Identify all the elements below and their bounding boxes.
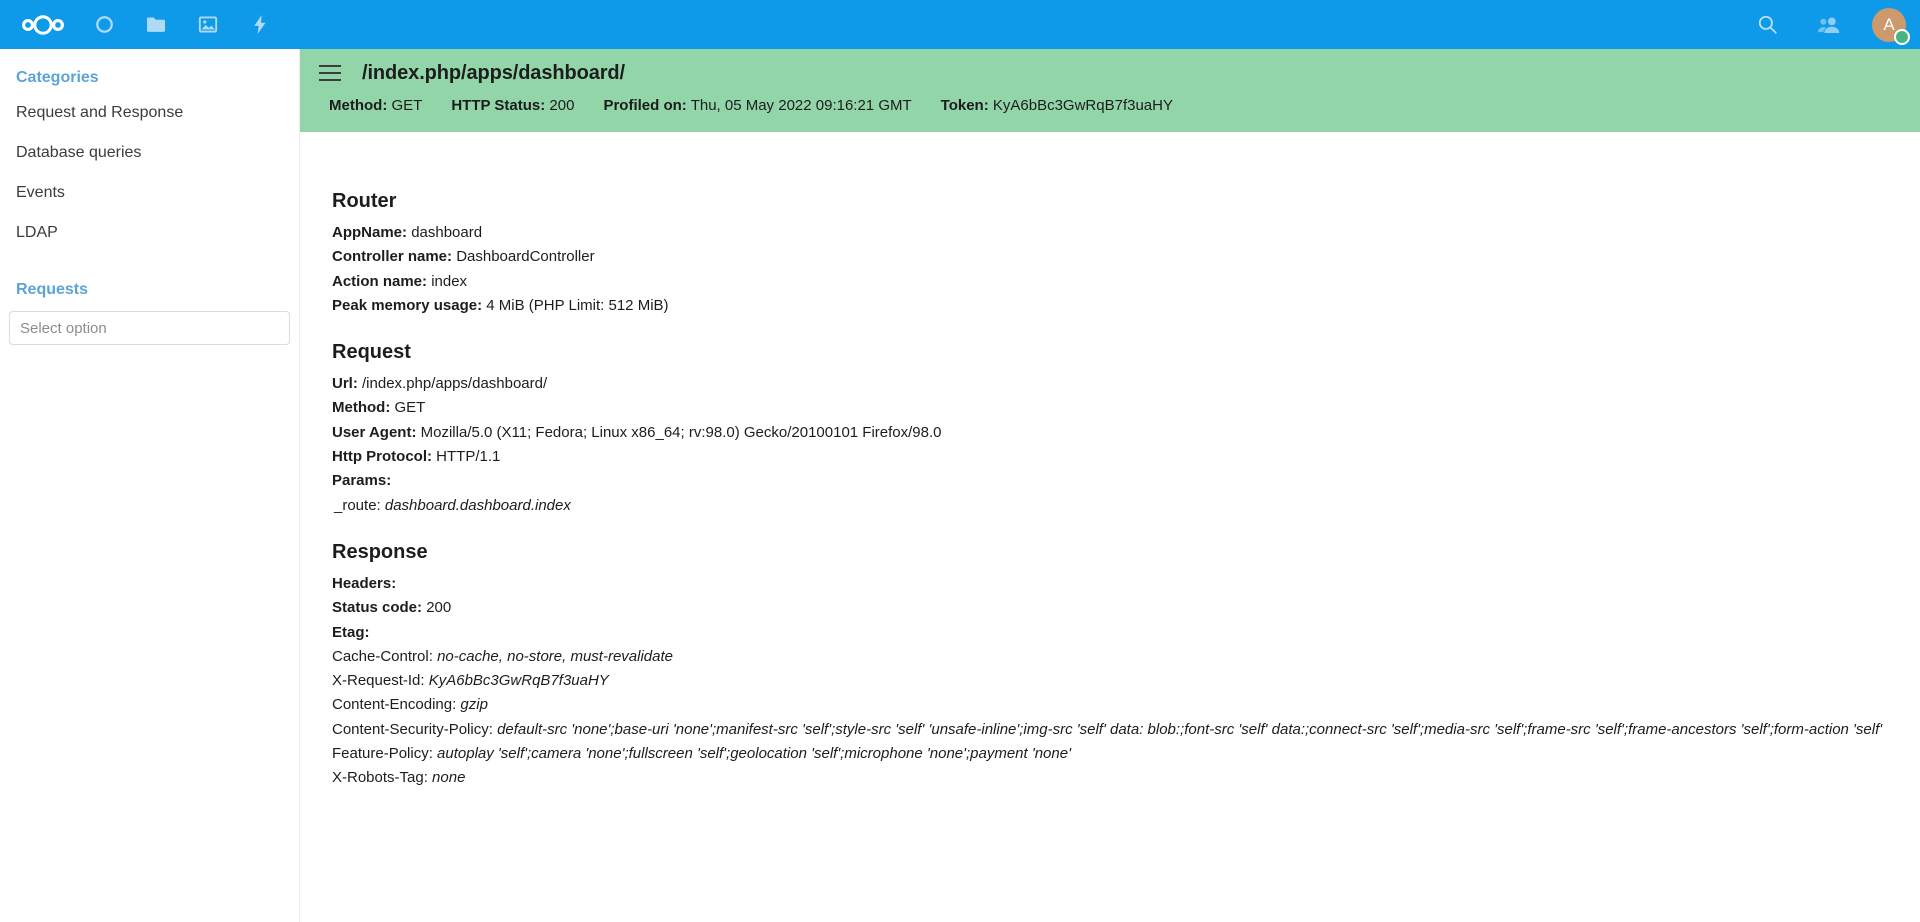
response-content-encoding-line: Content-Encoding: gzip [332,693,1902,717]
hamburger-menu-icon[interactable] [319,65,341,81]
response-request-id-key: X-Request-Id: [332,672,425,690]
dashboard-icon[interactable] [78,0,130,49]
response-content-encoding-value: gzip [460,696,488,714]
contacts-icon[interactable] [1810,6,1848,44]
page-title: /index.php/apps/dashboard/ [362,61,625,84]
response-status-line: Status code: 200 [332,596,1902,620]
response-etag-line: Etag: [332,621,1902,645]
router-controller-label: Controller name: [332,248,453,266]
sidebar-header-categories: Categories [16,69,99,86]
top-navigation-bar: A [0,0,1920,49]
sidebar-item-events[interactable]: Events [0,173,299,213]
response-section-title: Response [332,540,428,563]
request-section-title: Request [332,341,411,364]
request-params-label: Params: [332,472,392,490]
banner-top-row: /index.php/apps/dashboard/ [300,49,1920,97]
meta-http-status-value: 200 [549,97,575,114]
meta-token-value: KyA6bBc3GwRqB7f3uaHY [992,97,1173,114]
router-action-value: index [431,272,468,290]
profiler-content: Router AppName: dashboard Controller nam… [300,132,1920,922]
router-section-title: Router [332,190,397,212]
request-method-label: Method: [332,399,391,417]
request-useragent-label: User Agent: [332,423,417,441]
banner-meta-row: Method: GET HTTP Status: 200 Profiled on… [300,97,1920,114]
meta-profiled-on-label: Profiled on: [603,97,687,114]
sidebar-item-database-queries[interactable]: Database queries [0,133,299,173]
request-method-line: Method: GET [332,396,1902,420]
request-params-line: Params: [332,469,1902,493]
search-icon[interactable] [1748,6,1786,44]
response-robots-tag-value: none [432,769,466,787]
response-cache-control-line: Cache-Control: no-cache, no-store, must-… [332,645,1902,669]
response-request-id-line: X-Request-Id: KyA6bBc3GwRqB7f3uaHY [332,669,1902,693]
router-appname-value: dashboard [411,224,483,241]
request-section: Request Url: /index.php/apps/dashboard/ … [332,341,1902,518]
online-status-indicator [1894,28,1910,45]
router-appname-line: AppName: dashboard [332,221,1902,245]
response-feature-policy-line: Feature-Policy: autoplay 'self';camera '… [332,742,1902,766]
router-action-line: Action name: index [332,270,1902,294]
meta-token: Token: KyA6bBc3GwRqB7f3uaHY [941,97,1173,114]
files-icon[interactable] [130,0,182,49]
request-protocol-line: Http Protocol: HTTP/1.1 [332,445,1902,469]
meta-profiled-on: Profiled on: Thu, 05 May 2022 09:16:21 G… [603,97,911,114]
request-url-value: /index.php/apps/dashboard/ [362,375,548,393]
router-controller-value: DashboardController [456,248,595,266]
response-headers-label: Headers: [332,574,397,592]
request-useragent-value: Mozilla/5.0 (X11; Fedora; Linux x86_64; … [420,423,942,441]
response-cache-control-key: Cache-Control: [332,647,433,665]
sidebar-item-request-and-response[interactable]: Request and Response [0,93,299,133]
response-cache-control-value: no-cache, no-store, must-revalidate [437,647,674,665]
response-content-encoding-key: Content-Encoding: [332,696,457,714]
request-protocol-label: Http Protocol: [332,448,432,466]
router-controller-line: Controller name: DashboardController [332,245,1902,269]
meta-method-label: Method: [329,97,388,114]
response-csp-line: Content-Security-Policy: default-src 'no… [332,718,1902,742]
nextcloud-logo[interactable] [8,0,78,49]
response-feature-policy-value: autoplay 'self';camera 'none';fullscreen… [437,745,1071,763]
request-param-route-value: dashboard.dashboard.index [384,496,571,514]
router-memory-label: Peak memory usage: [332,296,483,314]
request-select-placeholder: Select option [20,319,107,337]
topbar-right-group: A [1748,0,1910,49]
profiler-banner: /index.php/apps/dashboard/ Method: GET H… [300,49,1920,132]
sidebar: Categories Request and Response Database… [0,49,300,922]
photos-icon[interactable] [182,0,234,49]
request-param-route-line: _route: dashboard.dashboard.index [332,494,1902,518]
request-param-route-key: _route: [334,496,381,514]
response-status-value: 200 [426,599,452,617]
response-robots-tag-key: X-Robots-Tag: [332,769,428,787]
router-memory-line: Peak memory usage: 4 MiB (PHP Limit: 512… [332,294,1902,318]
sidebar-header-requests: Requests [16,281,89,298]
meta-method-value: GET [391,97,423,114]
router-action-label: Action name: [332,272,428,290]
request-protocol-value: HTTP/1.1 [436,448,501,466]
avatar-initial: A [1883,14,1895,34]
meta-http-status: HTTP Status: 200 [451,97,574,114]
response-status-label: Status code: [332,599,423,617]
response-robots-tag-line: X-Robots-Tag: none [332,766,1902,790]
router-appname-label: AppName: [332,224,408,241]
sidebar-item-ldap[interactable]: LDAP [0,213,299,253]
response-csp-key: Content-Security-Policy: [332,720,493,738]
request-method-value: GET [394,399,426,417]
activity-icon[interactable] [234,0,286,49]
response-section: Response Headers: Status code: 200 Etag:… [332,541,1902,791]
meta-token-label: Token: [940,97,989,114]
request-useragent-line: User Agent: Mozilla/5.0 (X11; Fedora; Li… [332,421,1902,445]
request-url-label: Url: [332,375,358,393]
meta-method: Method: GET [329,97,422,114]
response-feature-policy-key: Feature-Policy: [332,745,433,763]
meta-profiled-on-value: Thu, 05 May 2022 09:16:21 GMT [690,97,912,114]
response-csp-value: default-src 'none';base-uri 'none';manif… [497,720,1883,738]
response-request-id-value: KyA6bBc3GwRqB7f3uaHY [428,672,609,690]
request-url-line: Url: /index.php/apps/dashboard/ [332,372,1902,396]
request-select-input[interactable]: Select option [9,311,290,345]
meta-http-status-label: HTTP Status: [451,97,546,114]
router-memory-value: 4 MiB (PHP Limit: 512 MiB) [486,296,669,314]
router-section: Router AppName: dashboard Controller nam… [332,190,1902,318]
avatar[interactable]: A [1872,7,1910,45]
response-etag-label: Etag: [332,623,370,641]
response-headers-line: Headers: [332,572,1902,596]
